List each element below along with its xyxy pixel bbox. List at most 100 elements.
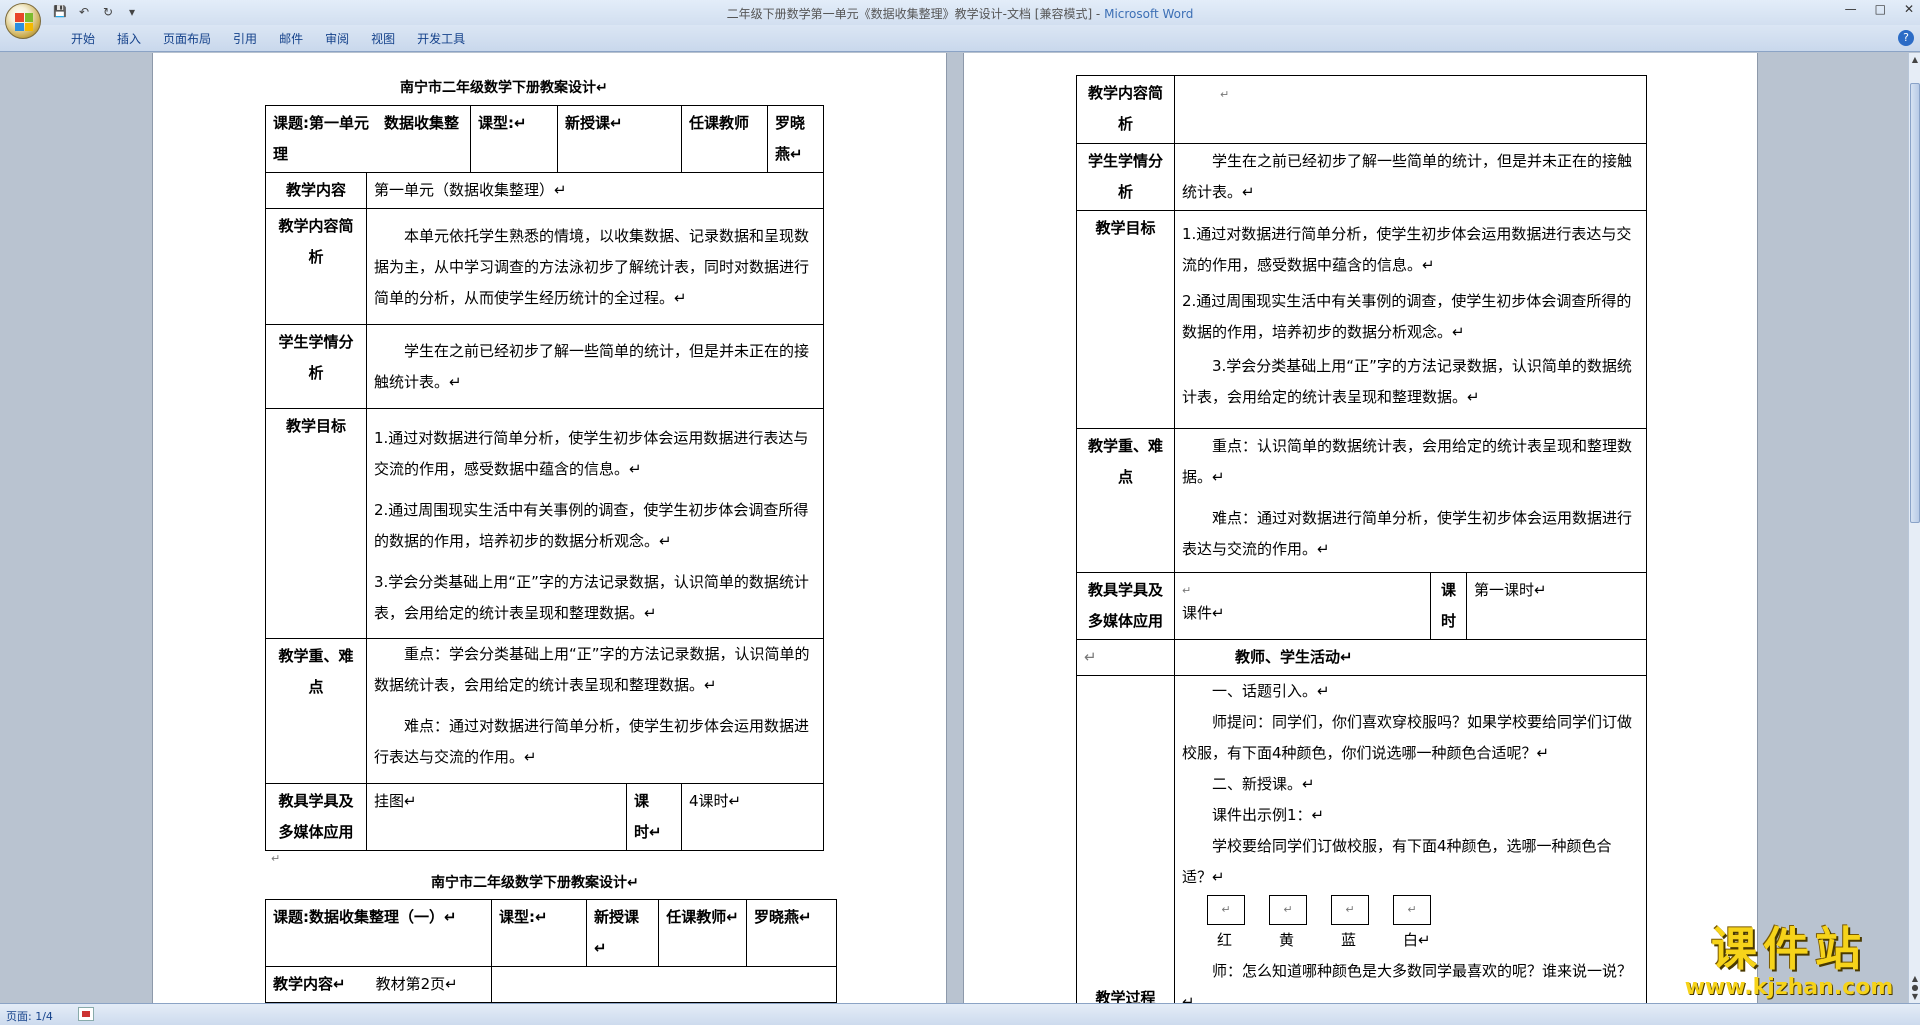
tab-mailings[interactable]: 邮件 (268, 30, 314, 47)
analysis-text: 学生在之前已经初步了解一些简单的统计，但是并未正在的接触统计表。↵ (1173, 143, 1648, 211)
lesson-title-2: 南宁市二年级数学下册教案设计↵ (431, 875, 639, 891)
content-label: 教学内容 (265, 172, 367, 209)
brief-empty-cell: ↵ (1173, 75, 1648, 144)
process-item: 学校要给同学们订做校服，有下面4种颜色，选哪一种颜色合适？↵ (1182, 837, 1612, 886)
activity-header: 教师、学生活动↵ (1173, 639, 1648, 676)
window-title: 二年级下册数学第一单元《数据收集整理》教学设计-文档 [兼容模式] - Micr… (726, 7, 1194, 21)
analysis-label: 学生学情分析 (265, 324, 367, 409)
color-label: 黄 (1279, 931, 1295, 949)
content2-value: 教材第2页↵ (375, 975, 458, 993)
table-row: 教学过程 一、话题引入。↵ 师提问：同学们，你们喜欢穿校服吗？如果学校要给同学们… (1076, 675, 1648, 1003)
tab-references[interactable]: 引用 (222, 30, 268, 47)
content-value: 第一单元（数据收集整理）↵ (365, 172, 825, 209)
table-row: 教学内容↵ 教材第2页↵ (265, 966, 837, 1003)
tab-review[interactable]: 审阅 (314, 30, 360, 47)
goal-item: 1.通过对数据进行简单分析，使学生初步体会运用数据进行表达与交流的作用，感受数据… (1182, 225, 1632, 274)
tab-view[interactable]: 视图 (360, 30, 406, 47)
goal-item: 2.通过周围现实生活中有关事例的调查，使学生初步体会调查所得的数据的作用，培养初… (374, 501, 809, 550)
window-controls: — □ ✕ (1845, 2, 1914, 16)
process-item: 师：怎么知道哪种颜色是大多数同学最喜欢的呢？谁来说一说？↵ (1182, 962, 1633, 1003)
table-row: 教具学具及多媒体应用 挂图↵ 课 时↵ 4课时↵ (265, 783, 825, 851)
maximize-button[interactable]: □ (1875, 2, 1886, 16)
table-row: 教学目标 1.通过对数据进行简单分析，使学生初步体会运用数据进行表达与交流的作用… (1076, 210, 1648, 429)
key-label: 教学重、难点 (1076, 428, 1175, 573)
content2-label: 教学内容↵ 教材第2页↵ (265, 966, 492, 1003)
paragraph-mark: ↵ (271, 852, 281, 865)
minimize-button[interactable]: — (1845, 2, 1857, 16)
scroll-thumb[interactable] (1910, 83, 1920, 523)
brief-text: 本单元依托学生熟悉的情境，以收集数据、记录数据和呈现数据为主，从中学习调查的方法… (365, 208, 825, 325)
hard-text: 难点：通过对数据进行简单分析，使学生初步体会运用数据进行表达与交流的作用。↵ (374, 717, 810, 766)
scroll-up-icon[interactable]: ▲ (1909, 53, 1920, 67)
color-box-white: ↵ (1393, 895, 1431, 925)
subject2-cell: 课题:数据收集整理（一）↵ (265, 899, 492, 967)
tab-page-layout[interactable]: 页面布局 (152, 30, 222, 47)
hours-value: 4课时↵ (681, 783, 825, 851)
page-left: 南宁市二年级数学下册教案设计↵ 课题:第一单元 数据收集整理 课型:↵ 新授课↵… (152, 53, 947, 1003)
lesson-table-continued: 教学内容简析 ↵ 学生学情分析 学生在之前已经初步了解一些简单的统计，但是并未正… (1076, 75, 1648, 1003)
page-right: 教学内容简析 ↵ 学生学情分析 学生在之前已经初步了解一些简单的统计，但是并未正… (963, 53, 1758, 1003)
key-label: 教学重、难点 (265, 638, 367, 784)
table-row: 学生学情分析 学生在之前已经初步了解一些简单的统计，但是并未正在的接触统计表。↵ (1076, 143, 1648, 211)
color-label: 白↵ (1403, 931, 1431, 949)
office-logo-icon (15, 13, 33, 31)
tab-home[interactable]: 开始 (60, 30, 106, 47)
table-row: 课题:数据收集整理（一）↵ 课型:↵ 新授课↵ 任课教师↵ 罗晓燕↵ (265, 899, 837, 967)
table-row: ↵ 教师、学生活动↵ (1076, 639, 1648, 676)
goals-cell: 1.通过对数据进行简单分析，使学生初步体会运用数据进行表达与交流的作用，感受数据… (1173, 210, 1648, 429)
vertical-scrollbar[interactable]: ▲ ▲ ● ▼ (1908, 53, 1920, 1003)
watermark-logo: 课件站 www.kjzhan.com (1684, 922, 1894, 1000)
table-row: 教学目标 1.通过对数据进行简单分析，使学生初步体会运用数据进行表达与交流的作用… (265, 408, 825, 639)
brief-label: 教学内容简析 (265, 208, 367, 325)
type-value-cell: 新授课↵ (556, 105, 683, 173)
process-item: 二、新授课。↵ (1212, 775, 1315, 793)
teacher2-value: 罗晓燕↵ (746, 899, 837, 967)
color-labels: 红 黄 蓝 白↵ (1217, 925, 1639, 956)
tools-label: 教具学具及多媒体应用 (1076, 572, 1175, 640)
color-boxes: ↵ ↵ ↵ ↵ (1207, 895, 1639, 925)
hard-text: 难点：通过对数据进行简单分析，使学生初步体会运用数据进行表达与交流的作用。↵ (1182, 509, 1633, 558)
teacher2-label: 任课教师↵ (658, 899, 747, 967)
tab-developer[interactable]: 开发工具 (406, 30, 476, 47)
process-item: 一、话题引入。↵ (1212, 682, 1330, 700)
goal-item: 2.通过周围现实生活中有关事例的调查，使学生初步体会调查所得的数据的作用，培养初… (1182, 292, 1632, 341)
table-row: 教学重、难点 重点：学会分类基础上用“正”字的方法记录数据，认识简单的数据统计表… (265, 638, 825, 784)
hours-label: 课时 (1430, 572, 1467, 640)
process-header-left: ↵ (1076, 639, 1175, 676)
page-counter[interactable]: 页面: 1/4 (6, 1008, 53, 1024)
analysis-text: 学生在之前已经初步了解一些简单的统计，但是并未正在的接触统计表。↵ (365, 324, 825, 409)
type2-label: 课型:↵ (491, 899, 587, 967)
analysis-label: 学生学情分析 (1076, 143, 1175, 211)
tools-value: 课件↵ (1182, 604, 1225, 622)
lesson-title-1: 南宁市二年级数学下册教案设计↵ (400, 80, 608, 96)
process-item: 师提问：同学们，你们喜欢穿校服吗？如果学校要给同学们订做校服，有下面4种颜色，你… (1182, 713, 1633, 762)
tools-value: 挂图↵ (366, 783, 627, 851)
color-label: 蓝 (1341, 931, 1357, 949)
color-label: 红 (1217, 931, 1233, 949)
table-row: 教学内容简析 ↵ (1076, 75, 1648, 144)
close-button[interactable]: ✕ (1904, 2, 1914, 16)
goal-item: 3.学会分类基础上用“正”字的方法记录数据，认识简单的数据统计表，会用给定的统计… (1182, 357, 1632, 406)
process-label: 教学过程 (1076, 675, 1175, 1003)
teacher-value-cell: 罗晓燕↵ (767, 105, 825, 173)
type-label-cell: 课型:↵ (470, 105, 558, 173)
office-button[interactable] (5, 3, 41, 39)
goals-cell: 1.通过对数据进行简单分析，使学生初步体会运用数据进行表达与交流的作用，感受数据… (365, 408, 825, 639)
page-nav-icons[interactable]: ▲ ● ▼ (1909, 974, 1920, 1001)
proofing-icon[interactable] (78, 1007, 94, 1021)
table-row: 学生学情分析 学生在之前已经初步了解一些简单的统计，但是并未正在的接触统计表。↵ (265, 324, 825, 409)
table-row: 教学内容简析 本单元依托学生熟悉的情境，以收集数据、记录数据和呈现数据为主，从中… (265, 208, 825, 325)
teacher-label-cell: 任课教师 (681, 105, 769, 173)
lesson-table-1: 课题:第一单元 数据收集整理 课型:↵ 新授课↵ 任课教师 罗晓燕↵ 教学内容 … (265, 105, 825, 851)
brief-label: 教学内容简析 (1076, 75, 1175, 144)
tools-label: 教具学具及多媒体应用 (265, 783, 367, 851)
color-box-yellow: ↵ (1269, 895, 1307, 925)
hours-label: 课 时↵ (625, 783, 683, 851)
goal-label: 教学目标 (1076, 210, 1175, 429)
tab-insert[interactable]: 插入 (106, 30, 152, 47)
lesson-table-2: 课题:数据收集整理（一）↵ 课型:↵ 新授课↵ 任课教师↵ 罗晓燕↵ 教学内容↵… (265, 899, 837, 1003)
status-bar: 页面: 1/4 (0, 1003, 1920, 1025)
goal-item: 3.学会分类基础上用“正”字的方法记录数据，认识简单的数据统计表，会用给定的统计… (374, 573, 809, 622)
help-icon[interactable]: ? (1898, 30, 1914, 46)
document-workspace: 南宁市二年级数学下册教案设计↵ 课题:第一单元 数据收集整理 课型:↵ 新授课↵… (0, 53, 1908, 1003)
